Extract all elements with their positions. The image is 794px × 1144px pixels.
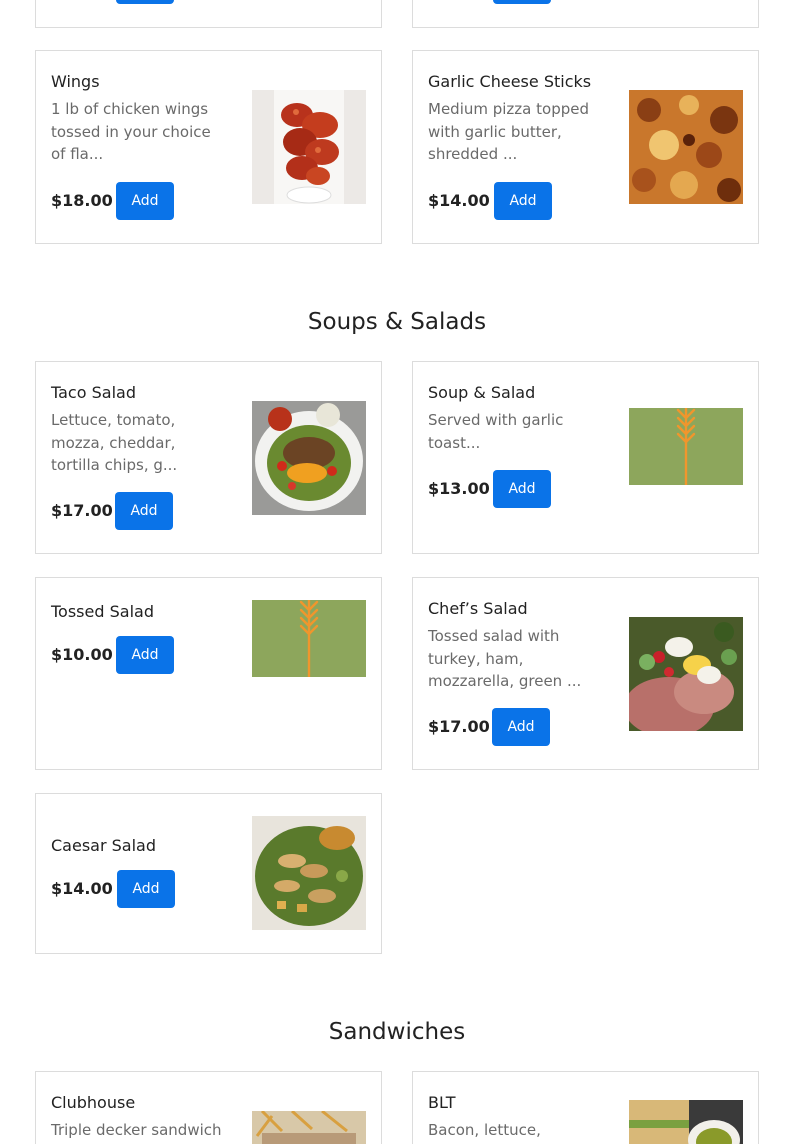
add-button[interactable]: Add xyxy=(116,636,174,674)
item-name: Taco Salad xyxy=(51,383,136,402)
buffalo-wings-photo xyxy=(252,90,366,204)
menu-item-card-partial xyxy=(412,0,759,28)
item-price: $18.00 xyxy=(51,191,113,210)
item-name: Chef’s Salad xyxy=(428,599,528,618)
chefs-salad-photo xyxy=(629,617,743,731)
menu-item-card-soup-salad[interactable]: Soup & Salad Served with garlic toast...… xyxy=(412,361,759,554)
wheat-placeholder-icon xyxy=(629,408,743,485)
menu-item-card-blt[interactable]: BLT Bacon, lettuce, xyxy=(412,1071,759,1144)
add-button[interactable] xyxy=(116,0,174,4)
item-description: Tossed salad with turkey, ham, mozzarell… xyxy=(428,627,582,690)
section-title-sandwiches: Sandwiches xyxy=(328,1019,466,1045)
item-description: 1 lb of chicken wings tossed in your cho… xyxy=(51,100,211,163)
item-description: Triple decker sandwich xyxy=(51,1121,222,1139)
menu-item-card-garlic-cheese-sticks[interactable]: Garlic Cheese Sticks Medium pizza topped… xyxy=(412,50,759,244)
item-name: Garlic Cheese Sticks xyxy=(428,72,592,91)
item-description: Medium pizza topped with garlic butter, … xyxy=(428,100,589,163)
taco-salad-photo xyxy=(252,401,366,515)
add-button[interactable]: Add xyxy=(117,870,175,908)
item-name: Clubhouse xyxy=(51,1093,136,1112)
caesar-salad-photo xyxy=(252,816,366,930)
wheat-placeholder-icon xyxy=(252,600,366,677)
item-price: $14.00 xyxy=(428,191,490,210)
item-description: Bacon, lettuce, xyxy=(428,1121,541,1139)
item-price: $10.00 xyxy=(51,645,113,664)
add-button[interactable] xyxy=(493,0,551,4)
menu-item-card-clubhouse[interactable]: Clubhouse Triple decker sandwich xyxy=(35,1071,382,1144)
add-button[interactable]: Add xyxy=(116,182,174,220)
item-price: $17.00 xyxy=(51,501,113,520)
blt-soup-photo xyxy=(629,1100,743,1144)
menu-item-card-taco-salad[interactable]: Taco Salad Lettuce, tomato, mozza, chedd… xyxy=(35,361,382,554)
clubhouse-fries-photo xyxy=(252,1111,366,1144)
item-price: $17.00 xyxy=(428,717,490,736)
item-description: Lettuce, tomato, mozza, cheddar, tortill… xyxy=(51,411,178,474)
menu-item-card-caesar-salad[interactable]: Caesar Salad $14.00 Add xyxy=(35,793,382,954)
section-title-soups-salads: Soups & Salads xyxy=(307,309,487,335)
menu-item-card-tossed-salad[interactable]: Tossed Salad $10.00 Add xyxy=(35,577,382,770)
add-button[interactable]: Add xyxy=(492,708,550,746)
cheese-pizza-photo xyxy=(629,90,743,204)
add-button[interactable]: Add xyxy=(494,182,552,220)
item-name: Tossed Salad xyxy=(51,602,154,621)
item-name: Soup & Salad xyxy=(428,383,536,402)
add-button[interactable]: Add xyxy=(493,470,551,508)
item-description: Served with garlic toast... xyxy=(428,411,564,452)
item-name: BLT xyxy=(428,1093,456,1112)
menu-item-card-partial xyxy=(35,0,382,28)
add-button[interactable]: Add xyxy=(115,492,173,530)
menu-item-card-wings[interactable]: Wings 1 lb of chicken wings tossed in yo… xyxy=(35,50,382,244)
item-price: $14.00 xyxy=(51,879,113,898)
item-name: Wings xyxy=(51,72,100,91)
menu-item-card-chefs-salad[interactable]: Chef’s Salad Tossed salad with turkey, h… xyxy=(412,577,759,770)
item-price: $13.00 xyxy=(428,479,490,498)
item-name: Caesar Salad xyxy=(51,836,156,855)
